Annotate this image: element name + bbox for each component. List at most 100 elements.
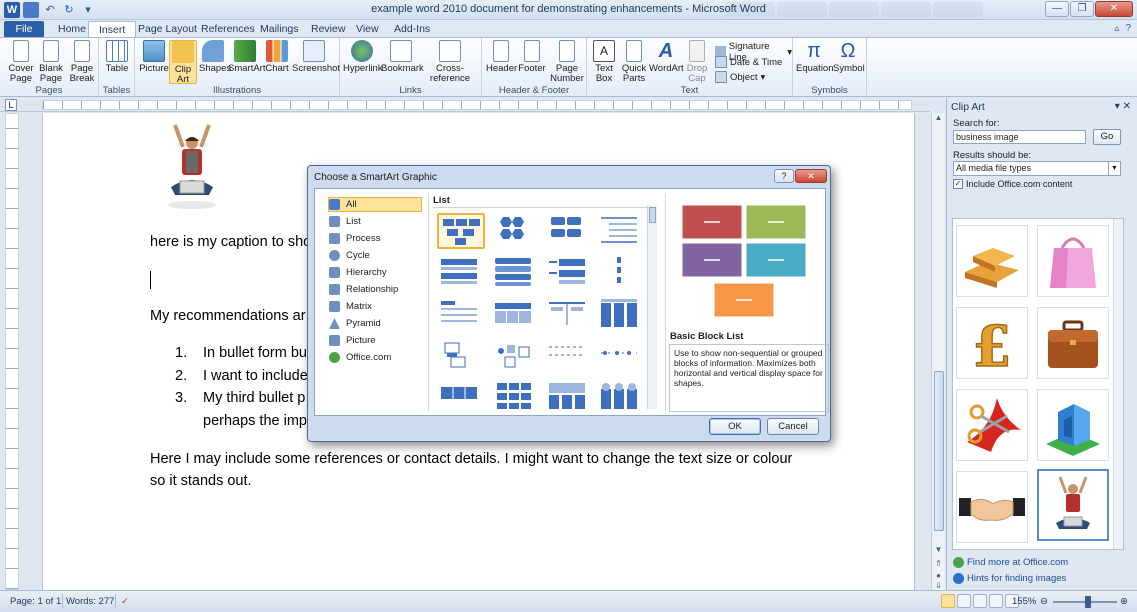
clip-thumbnail[interactable]	[1037, 307, 1109, 379]
person-laptop-picture[interactable]	[165, 119, 219, 215]
object-button[interactable]: Object ▾	[715, 71, 765, 83]
category-relationship[interactable]: Relationship	[329, 282, 423, 297]
category-list-item[interactable]: List	[329, 214, 423, 229]
category-cycle[interactable]: Cycle	[329, 248, 423, 263]
cover-page-button[interactable]: Cover Page	[6, 40, 36, 84]
results-scrollbar[interactable]	[1113, 219, 1123, 549]
layout-grouped-list[interactable]	[437, 297, 485, 333]
symbol-button[interactable]: Ω Symbol	[833, 40, 865, 74]
media-type-select[interactable]: All media file types ▼	[953, 161, 1121, 176]
layout-dotted-list[interactable]	[545, 339, 593, 375]
layout-horizontal-bullet-list[interactable]	[437, 255, 485, 291]
header-button[interactable]: Header	[486, 40, 517, 74]
page-number-button[interactable]: Page Number	[548, 40, 586, 84]
layout-stacked-blocks[interactable]	[545, 213, 593, 249]
layout-lined-list[interactable]	[597, 213, 645, 249]
go-button[interactable]: Go	[1093, 129, 1121, 145]
outline-view-button[interactable]	[989, 594, 1003, 608]
search-input[interactable]: business image	[953, 130, 1086, 144]
shapes-button[interactable]: Shapes	[199, 40, 231, 74]
ruler-bar[interactable]	[42, 100, 912, 110]
equation-button[interactable]: π Equation	[796, 40, 834, 74]
maximize-button[interactable]: ❐	[1070, 1, 1094, 17]
layout-vertical-bullet-list[interactable]	[545, 255, 593, 291]
blank-page-button[interactable]: Blank Page	[38, 40, 64, 84]
layout-trapezoid-list[interactable]	[545, 297, 593, 333]
page-count[interactable]: Page: 1 of 1	[10, 596, 61, 607]
layout-hexagon-list[interactable]	[491, 213, 539, 249]
tab-add-ins[interactable]: Add-Ins	[384, 21, 440, 38]
paragraph-line[interactable]: so it stands out.	[150, 473, 252, 489]
document-scrollbar[interactable]: ▲ ▼ ⇑ ● ⇓	[931, 113, 945, 590]
word-count[interactable]: Words: 277	[66, 596, 114, 607]
layout-vertical-box-list[interactable]	[597, 255, 645, 291]
bullet-item[interactable]: My third bullet p	[203, 390, 305, 406]
print-layout-view-button[interactable]	[941, 594, 955, 608]
tab-selector[interactable]: L	[5, 99, 17, 111]
layout-picture-caption-list[interactable]	[437, 339, 485, 375]
scroll-down-arrow-icon[interactable]: ▼	[932, 545, 945, 557]
category-hierarchy[interactable]: Hierarchy	[329, 265, 423, 280]
help-icon[interactable]: ?	[1125, 23, 1131, 34]
zoom-slider[interactable]	[1053, 596, 1117, 608]
close-pane-button[interactable]: ▾ ✕	[1115, 101, 1131, 112]
clip-thumbnail[interactable]: £	[956, 307, 1028, 381]
date-time-button[interactable]: Date & Time	[715, 56, 782, 68]
layout-basic-block-list[interactable]	[437, 213, 485, 249]
wordart-button[interactable]: A WordArt	[649, 40, 684, 74]
text-box-button[interactable]: A Text Box	[590, 40, 618, 84]
page-break-button[interactable]: Page Break	[68, 40, 96, 84]
layout-circle-blocks[interactable]	[597, 379, 645, 415]
cross-reference-button[interactable]: Cross-reference	[421, 40, 479, 84]
dialog-help-button[interactable]: ?	[774, 169, 794, 183]
caption-text[interactable]: here is my caption to sho	[150, 234, 311, 250]
smartart-button[interactable]: SmartArt	[228, 40, 265, 74]
layout-pillar-blocks[interactable]	[545, 379, 593, 415]
tab-file[interactable]: File	[4, 21, 44, 38]
category-picture[interactable]: Picture	[329, 333, 423, 348]
web-layout-button[interactable]	[973, 594, 987, 608]
picture-button[interactable]: Picture	[139, 40, 169, 74]
layout-grid-blocks[interactable]	[491, 379, 539, 415]
category-pyramid[interactable]: Pyramid	[329, 316, 423, 331]
bookmark-button[interactable]: Bookmark	[381, 40, 424, 74]
recommendations-text[interactable]: My recommendations ar	[150, 308, 306, 324]
ok-button[interactable]: OK	[709, 418, 761, 435]
previous-page-icon[interactable]: ⇑	[932, 559, 945, 571]
minimize-button[interactable]: —	[1045, 1, 1069, 17]
tab-mailings[interactable]: Mailings	[250, 21, 309, 38]
zoom-out-icon[interactable]: ⊖	[1040, 596, 1048, 607]
proofing-icon[interactable]: ✓	[121, 596, 129, 607]
gallery-scroll-thumb[interactable]	[649, 207, 656, 223]
footer-button[interactable]: Footer	[517, 40, 547, 74]
full-screen-reading-button[interactable]	[957, 594, 971, 608]
clip-thumbnail[interactable]	[956, 225, 1028, 297]
category-office-com[interactable]: Office.com	[329, 350, 423, 365]
bullet-item[interactable]: I want to include	[203, 368, 308, 384]
clip-art-button[interactable]: Clip Art	[169, 40, 197, 85]
clip-thumbnail[interactable]	[956, 471, 1028, 543]
layout-table-list[interactable]	[491, 297, 539, 333]
bullet-continuation[interactable]: perhaps the imp	[203, 413, 307, 429]
clip-thumbnail-selected[interactable]	[1037, 469, 1109, 541]
layout-bullet-dot-list[interactable]	[597, 339, 645, 375]
minimize-ribbon-icon[interactable]: ▵	[1114, 23, 1119, 34]
layout-circle-picture-list[interactable]	[491, 339, 539, 375]
zoom-in-icon[interactable]: ⊕	[1120, 596, 1128, 607]
find-more-link[interactable]: Find more at Office.com	[953, 557, 1068, 568]
layout-stacked-list[interactable]	[491, 255, 539, 291]
chart-button[interactable]: Chart	[264, 40, 290, 74]
paragraph-line[interactable]: Here I may include some references or co…	[150, 451, 792, 467]
layout-horizontal-blocks[interactable]	[437, 379, 485, 415]
drop-cap-button[interactable]: Drop Cap	[684, 40, 710, 84]
clip-thumbnail[interactable]	[956, 389, 1028, 461]
close-window-button[interactable]: ✕	[1095, 1, 1133, 17]
screenshot-button[interactable]: Screenshot	[292, 40, 340, 74]
scroll-up-arrow-icon[interactable]: ▲	[932, 113, 945, 125]
category-matrix[interactable]: Matrix	[329, 299, 423, 314]
zoom-level[interactable]: 155%	[1012, 596, 1036, 607]
category-process[interactable]: Process	[329, 231, 423, 246]
category-all[interactable]: All	[328, 197, 422, 212]
include-office-checkbox[interactable]: ✓ Include Office.com content	[953, 179, 1072, 189]
table-button[interactable]: Table	[103, 40, 131, 74]
